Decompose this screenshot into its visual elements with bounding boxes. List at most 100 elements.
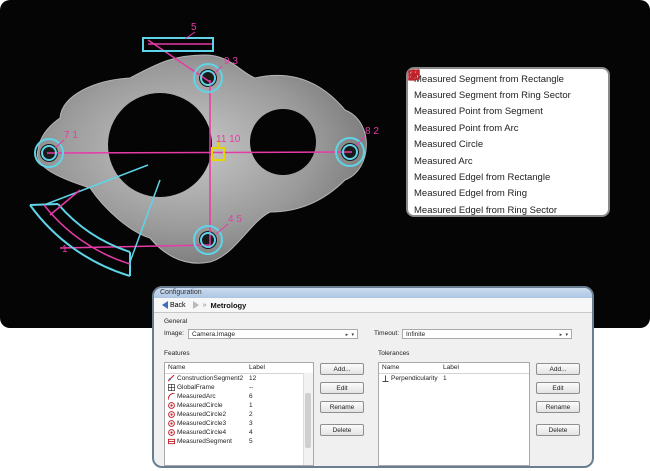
feature-label: 3 [249,420,253,427]
legend-label: Measured Edgel from Ring [414,188,527,200]
configuration-window: Configuration Back » Metrology General I… [152,286,594,468]
feature-label: 2 [249,411,253,418]
feature-label: 5 [249,438,253,445]
annotation-1: 1 [62,244,68,255]
legend-item: Measured Edgel from Rectangle [408,70,608,185]
tolerances-add-button[interactable]: Add... [536,363,580,375]
list-item[interactable]: MeasuredCircle3 3 [168,420,303,429]
feature-name: MeasuredCircle2 [177,411,227,419]
column-header-label[interactable]: Label [249,364,265,371]
circle-icon [168,402,175,409]
list-item[interactable]: GlobalFrame -- [168,384,303,393]
dropdown-arrows-icon[interactable]: ▸ ▾ [560,330,569,340]
column-header-label[interactable]: Label [443,364,459,371]
edgel-ring-sector-icon [408,69,420,81]
feature-label: 1 [249,402,253,409]
timeout-label: Timeout: [374,330,400,337]
features-list[interactable]: Name Label ConstructionSegment2 12 Globa… [164,362,314,466]
back-label: Back [170,301,186,309]
camera-view: 5 9 3 7 1 8 2 11 10 4 5 1 Measured Segme… [0,0,650,328]
tolerance-label: 1 [443,375,447,382]
features-add-button[interactable]: Add... [320,363,364,375]
tolerances-delete-button[interactable]: Delete [536,424,580,436]
legend-label: Measured Segment from Ring Sector [414,90,571,102]
arc-icon [168,393,175,400]
image-label: Image: [164,330,184,337]
features-delete-button[interactable]: Delete [320,424,364,436]
legend-label: Measured Edgel from Ring Sector [414,204,558,216]
general-group-label: General [164,318,188,325]
window-titlebar: Configuration [154,288,592,298]
image-select[interactable]: Camera.Image ▸ ▾ [188,329,358,339]
measured-segment-rect [142,37,214,52]
legend-label: Measured Point from Segment [414,106,543,118]
features-group-label: Features [164,350,190,357]
features-rename-button[interactable]: Rename [320,401,364,413]
legend-label: Measured Arc [414,155,473,167]
timeout-select-value: Infinite [406,331,426,338]
features-scrollbar[interactable] [303,373,313,465]
forward-arrow-icon[interactable] [192,301,199,309]
timeout-select[interactable]: Infinite ▸ ▾ [402,329,572,339]
annotation-71: 7 1 [64,130,78,141]
legend-item: Measured Edgel from Ring Sector [408,69,608,218]
legend-item: Measured Segment from Rectangle [408,70,608,87]
features-edit-button[interactable]: Edit [320,382,364,394]
tolerances-list[interactable]: Name Label Perpendicularity 1 [378,362,530,466]
list-item[interactable]: MeasuredArc 6 [168,393,303,402]
features-list-header: Name Label [165,363,313,374]
tolerances-edit-button[interactable]: Edit [536,382,580,394]
scroll-thumb[interactable] [305,393,311,448]
breadcrumb-separator: » [202,301,207,309]
feature-name: MeasuredCircle [177,402,223,410]
feature-name: MeasuredSegment [177,438,232,446]
feature-label: 12 [249,375,257,382]
legend-label: Measured Segment from Rectangle [414,73,564,85]
legend-item: Measured Segment from Ring Sector [408,69,608,103]
list-item[interactable]: ConstructionSegment2 12 [168,375,303,384]
back-button[interactable]: Back [158,300,190,311]
feature-name: GlobalFrame [177,384,215,392]
list-item[interactable]: MeasuredCircle 1 [168,402,303,411]
list-item[interactable]: MeasuredSegment 5 [168,438,303,447]
page-title: Metrology [210,300,247,310]
feature-name: MeasuredCircle3 [177,420,227,428]
legend-item: Measured Point from Arc [408,69,608,136]
feature-legend: Measured Segment from Rectangle Measured… [406,67,610,217]
perpendicularity-icon [382,375,389,382]
frame-icon [168,384,175,391]
column-header-name[interactable]: Name [168,364,185,371]
list-item[interactable]: MeasuredCircle2 2 [168,411,303,420]
circle-icon [168,420,175,427]
small-hole [250,109,316,175]
legend-label: Measured Edgel from Rectangle [414,172,551,184]
annotation-45: 4 5 [228,214,242,225]
feature-name: MeasuredCircle4 [177,429,227,437]
list-item[interactable]: Perpendicularity 1 [382,375,522,384]
legend-item: Measured Arc [408,69,608,169]
legend-item: Measured Edgel from Ring [408,69,608,202]
legend-label: Measured Point from Arc [414,122,519,134]
legend-label: Measured Circle [414,139,484,151]
tolerances-list-header: Name Label [379,363,529,374]
feature-label: -- [249,384,254,391]
feature-label: 4 [249,429,253,436]
legend-item: Measured Circle [408,69,608,153]
back-arrow-icon [162,301,168,309]
annotation-93: 9 3 [224,56,238,67]
legend-item: Measured Point from Segment [408,69,608,120]
column-header-name[interactable]: Name [382,364,399,371]
dropdown-arrows-icon[interactable]: ▸ ▾ [346,330,355,340]
image-select-value: Camera.Image [192,331,235,338]
tolerances-group-label: Tolerances [378,350,410,357]
annotation-5: 5 [191,22,197,33]
segment-icon [168,438,175,445]
list-item[interactable]: MeasuredCircle4 4 [168,429,303,438]
navigation-bar: Back » Metrology [154,298,592,313]
feature-name: MeasuredArc [177,393,216,401]
annotation-82: 8 2 [365,126,379,137]
tolerance-name: Perpendicularity [391,375,438,383]
tolerances-rename-button[interactable]: Rename [536,401,580,413]
construction-segment-icon [168,375,175,382]
circle-icon [168,411,175,418]
